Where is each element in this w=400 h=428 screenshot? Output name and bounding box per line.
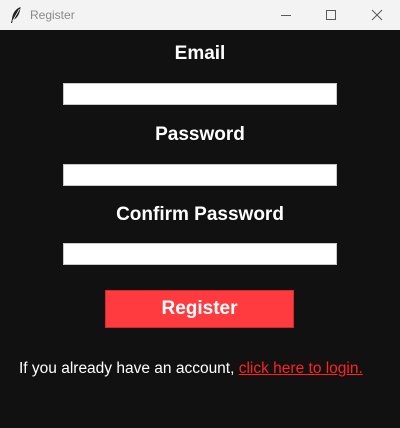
email-label: Email: [174, 43, 226, 64]
minimize-button[interactable]: [263, 0, 309, 30]
close-button[interactable]: [354, 0, 400, 30]
maximize-icon: [326, 10, 336, 20]
register-window: Register Email Password Confirm Password…: [0, 0, 400, 428]
window-title: Register: [30, 8, 75, 22]
confirm-password-field[interactable]: [63, 243, 337, 265]
password-label: Password: [155, 124, 245, 145]
login-prompt-line: If you already have an account, click he…: [19, 360, 363, 378]
email-field[interactable]: [63, 83, 337, 105]
password-field[interactable]: [63, 164, 337, 186]
register-form: Email Password Confirm Password Register…: [0, 30, 400, 428]
confirm-password-label: Confirm Password: [116, 204, 284, 225]
close-icon: [371, 9, 383, 21]
login-link[interactable]: click here to login.: [239, 360, 363, 377]
title-bar[interactable]: Register: [0, 0, 400, 30]
register-button[interactable]: Register: [105, 290, 294, 328]
feather-icon: [9, 6, 23, 24]
maximize-button[interactable]: [308, 0, 354, 30]
login-prompt-text: If you already have an account,: [19, 360, 239, 377]
minimize-icon: [281, 15, 291, 16]
